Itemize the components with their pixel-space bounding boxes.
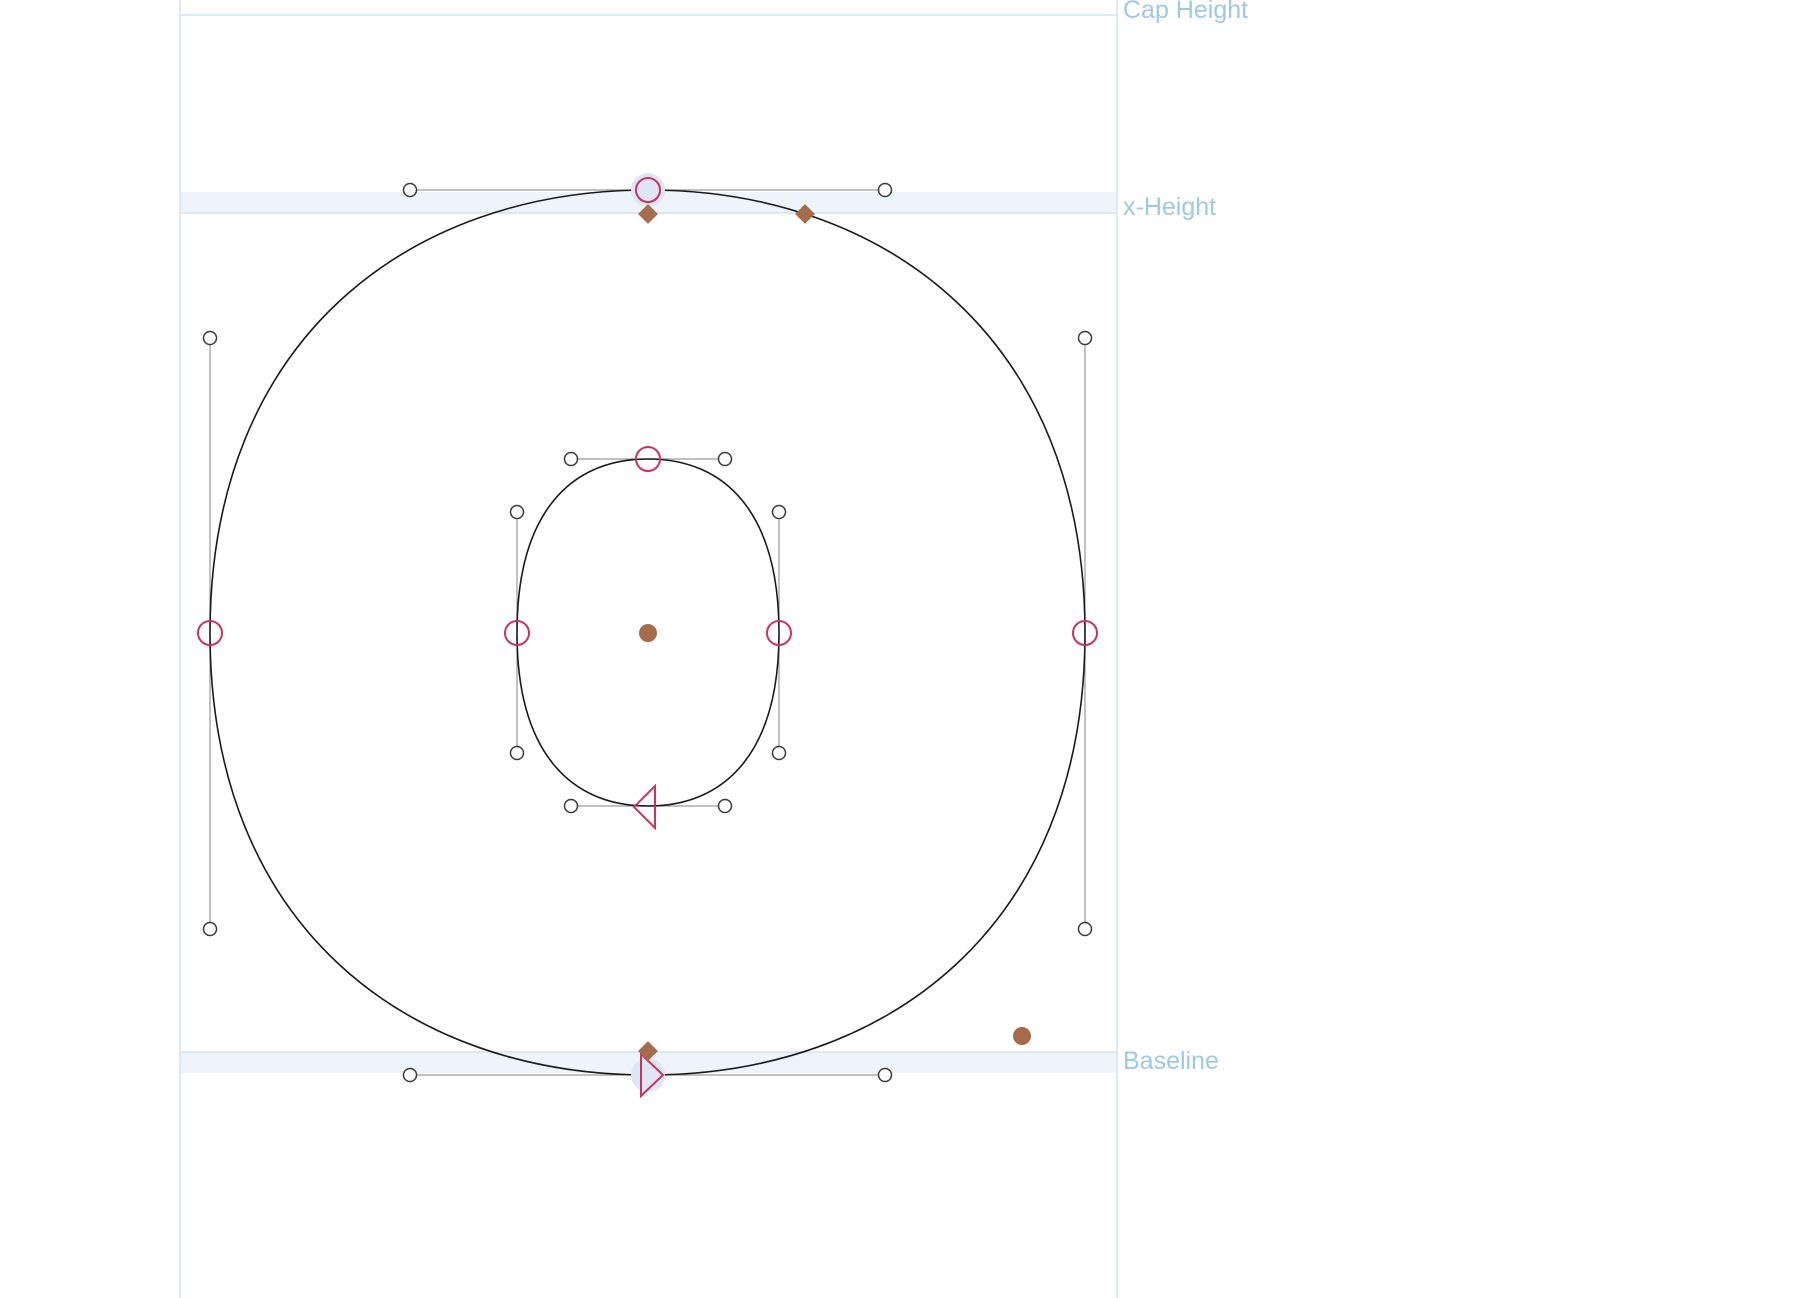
handle-point: [202, 330, 218, 346]
handle-point: [1077, 330, 1093, 346]
handle-point: [771, 504, 787, 520]
glyph-center-dot-icon: [639, 624, 657, 642]
handle-point: [563, 798, 579, 814]
on-curve-nodes[interactable]: [197, 177, 1098, 646]
handle-point: [202, 921, 218, 937]
handle-point: [1077, 921, 1093, 937]
handle-point: [877, 182, 893, 198]
handle-point: [509, 745, 525, 761]
handle-point: [402, 1067, 418, 1083]
handle-point: [771, 745, 787, 761]
handle-point: [402, 182, 418, 198]
handle-point: [877, 1067, 893, 1083]
cap-height-label: Cap Height: [1123, 0, 1249, 24]
anchors[interactable]: [638, 204, 1031, 1061]
handle-point: [509, 504, 525, 520]
inner-start-node-triangle-icon[interactable]: [632, 783, 656, 831]
selected-node-halo-bottom: [631, 1058, 665, 1092]
handle-point: [717, 451, 733, 467]
handle-point: [717, 798, 733, 814]
anchor-dot-icon: [1013, 1027, 1031, 1045]
glyph-edit-canvas[interactable]: [0, 0, 1812, 1298]
baseline-label: Baseline: [1123, 1047, 1219, 1075]
x-height-label: x-Height: [1123, 193, 1217, 221]
handle-point: [563, 451, 579, 467]
